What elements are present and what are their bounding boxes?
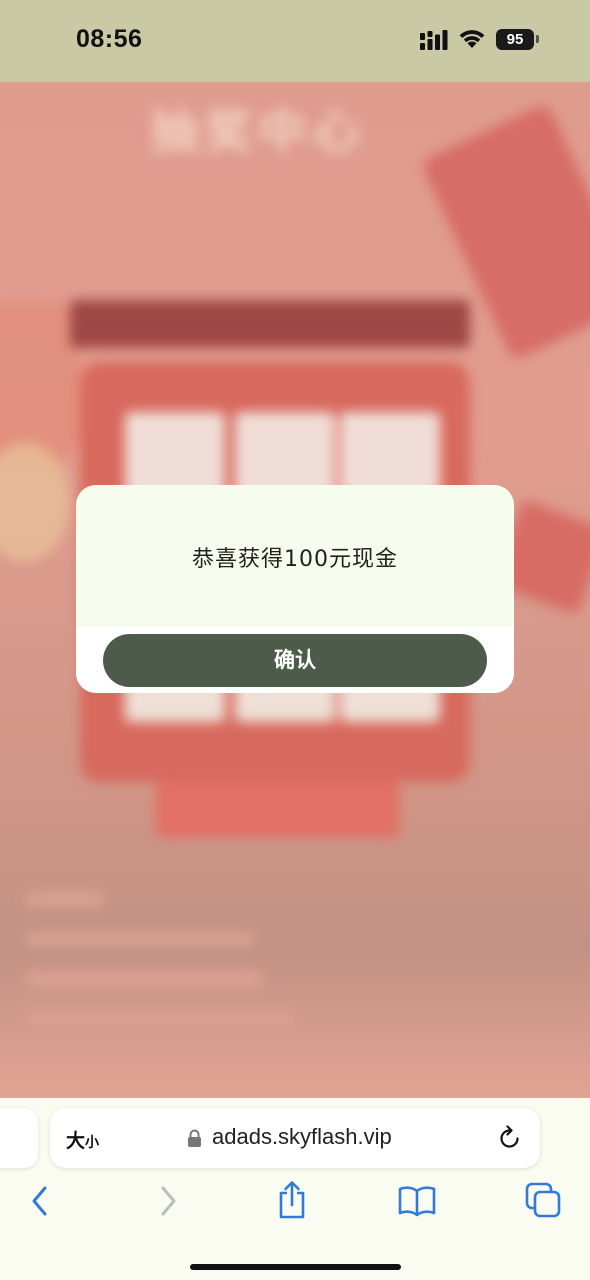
battery-level: 95 <box>496 29 534 50</box>
confirm-button[interactable]: 确认 <box>103 634 487 687</box>
previous-tab-edge[interactable] <box>0 1108 38 1168</box>
text-size-small: 小 <box>85 1135 100 1151</box>
cellular-signal-icon <box>420 30 448 50</box>
reward-dialog: 恭喜获得100元现金 确认 <box>76 485 514 693</box>
back-icon[interactable] <box>28 1184 52 1218</box>
share-icon[interactable] <box>276 1180 308 1220</box>
text-size-big: 大 <box>66 1130 86 1152</box>
tabs-icon[interactable] <box>525 1182 561 1220</box>
reload-icon[interactable] <box>498 1125 522 1151</box>
bookmarks-icon[interactable] <box>398 1184 436 1218</box>
reward-message: 恭喜获得100元现金 <box>192 547 398 572</box>
url-text[interactable]: adads.skyflash.vip <box>212 1124 392 1150</box>
address-bar[interactable]: 大小 adads.skyflash.vip <box>50 1108 540 1168</box>
text-size-button[interactable]: 大小 <box>66 1126 99 1153</box>
status-time: 08:56 <box>76 25 143 53</box>
lock-icon <box>188 1129 201 1147</box>
home-indicator <box>190 1264 401 1270</box>
wifi-icon <box>459 30 485 48</box>
browser-toolbar: 大小 adads.skyflash.vip <box>0 1098 590 1280</box>
forward-icon[interactable] <box>156 1184 180 1218</box>
status-bar: 08:56 95 <box>0 0 590 82</box>
battery-nub <box>536 35 539 43</box>
